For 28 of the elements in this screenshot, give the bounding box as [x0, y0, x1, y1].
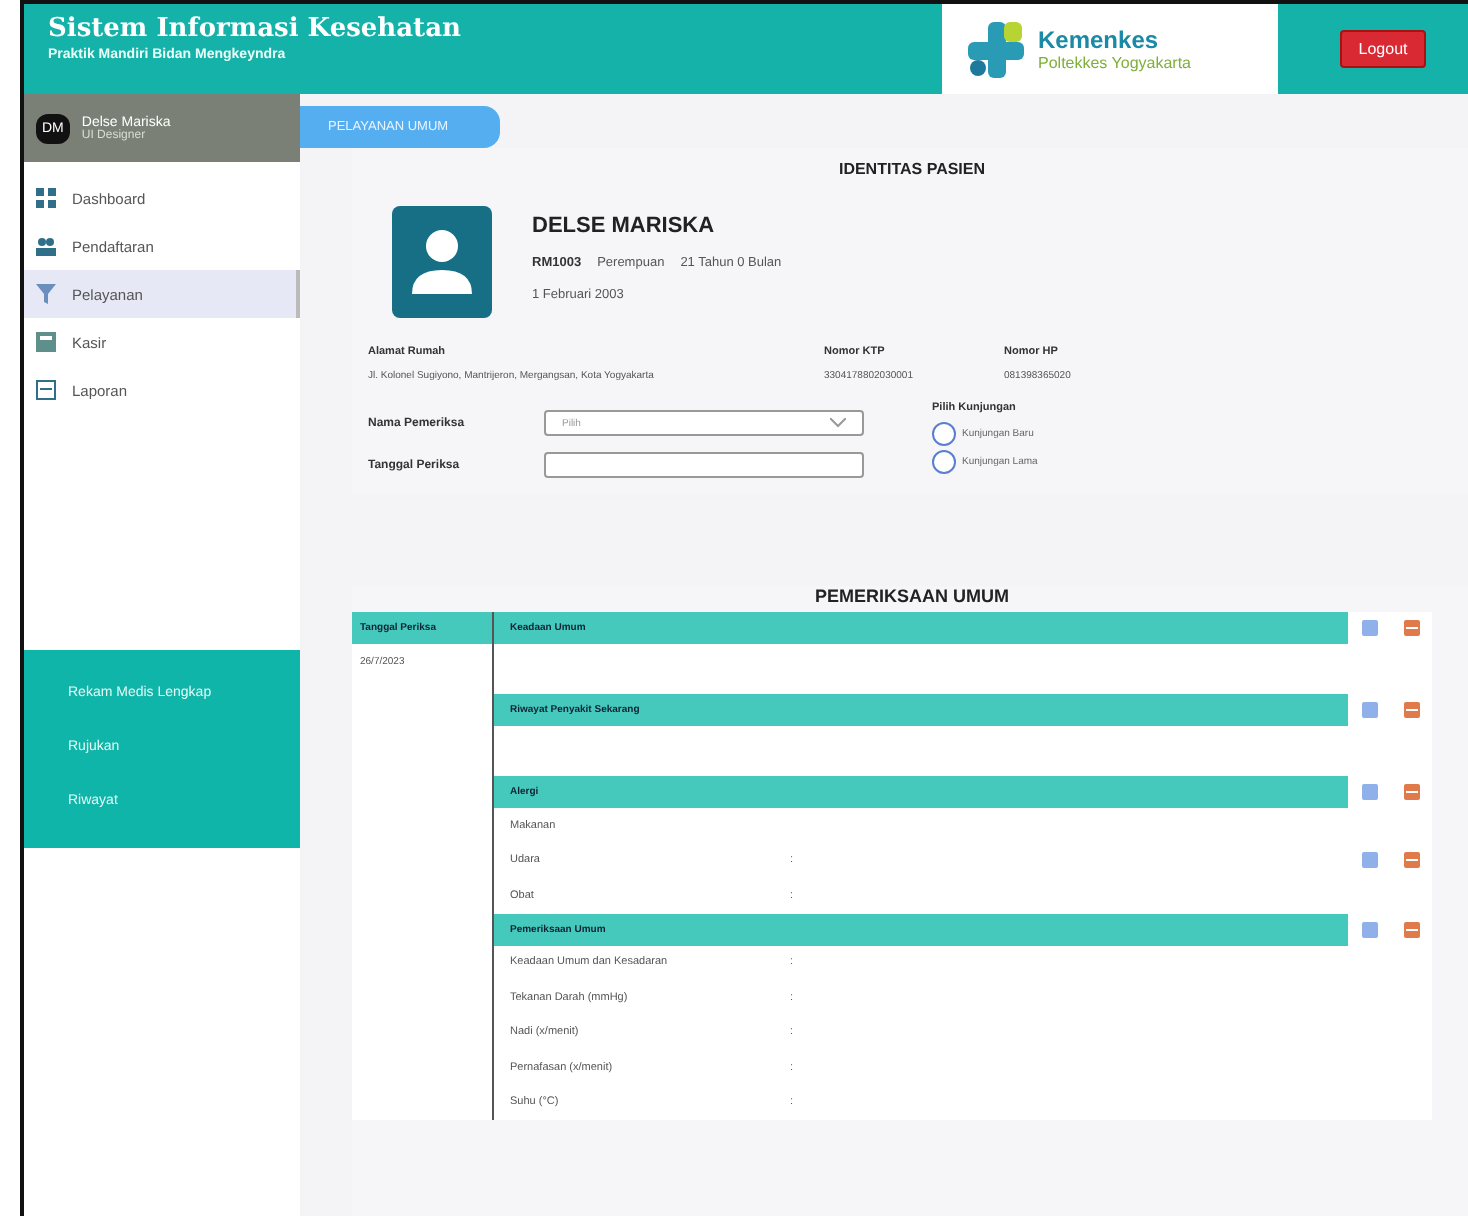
radio-button[interactable]: [932, 450, 956, 474]
menu-icon: [36, 188, 56, 208]
delete-icon[interactable]: [1403, 620, 1419, 636]
chevron-icon: [830, 418, 846, 428]
logo-subtitle: Poltekkes Yogyakarta: [1038, 54, 1191, 72]
delete-icon[interactable]: [1403, 921, 1419, 937]
section-title: IDENTITAS PASIEN: [836, 158, 988, 182]
section-title: PEMERIKSAAN UMUM: [812, 586, 1011, 610]
logo-name: Kemenkes: [1038, 26, 1161, 54]
menu-icon: [36, 380, 56, 400]
edit-icon[interactable]: [1361, 702, 1377, 718]
edit-icon[interactable]: [1361, 921, 1377, 937]
delete-icon[interactable]: [1403, 784, 1419, 800]
edit-icon[interactable]: [1361, 620, 1377, 636]
radio-button[interactable]: [932, 422, 956, 446]
delete-icon[interactable]: [1403, 852, 1419, 869]
edit-icon[interactable]: [1361, 852, 1377, 869]
person-icon: [392, 206, 492, 318]
cross-logo-icon: [966, 19, 1026, 79]
patient-name: DELSE MARISKA: [532, 214, 717, 238]
delete-icon[interactable]: [1403, 702, 1419, 718]
menu-icon: [36, 332, 56, 352]
date-field[interactable]: [544, 452, 864, 478]
menu-icon: [36, 236, 56, 256]
menu-icon: [36, 284, 56, 304]
app-title: Sistem Informasi Kesehatan: [48, 14, 463, 44]
edit-icon[interactable]: [1361, 784, 1377, 800]
logout-button[interactable]: Logout: [1340, 30, 1426, 68]
